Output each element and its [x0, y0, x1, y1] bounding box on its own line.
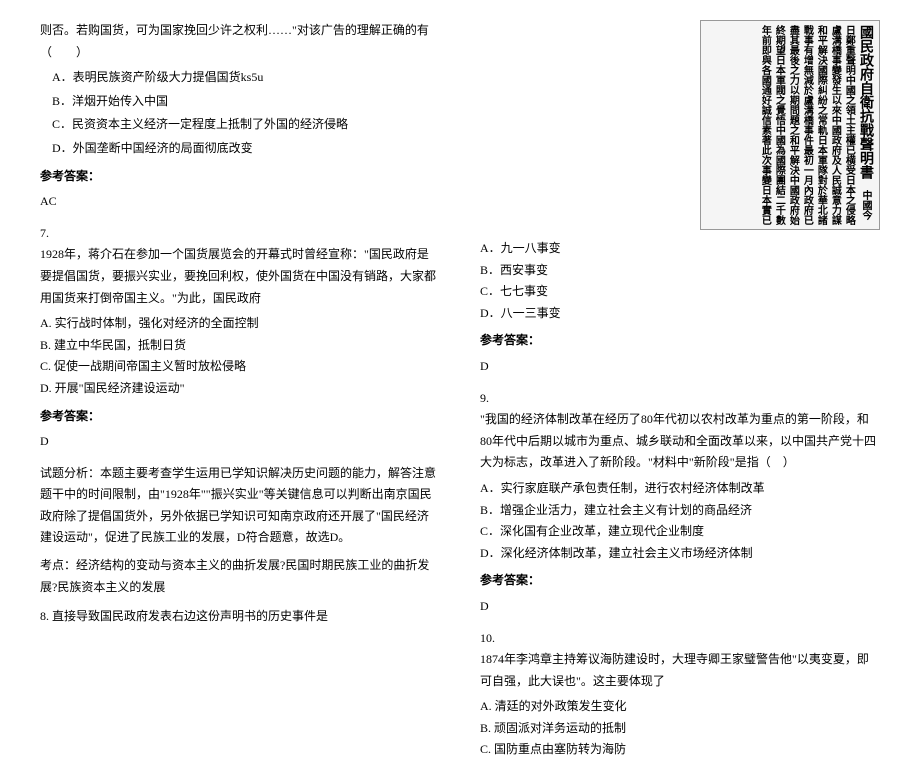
q7-option-b: B. 建立中华民国，抵制日货 — [40, 335, 440, 357]
q10-option-b: B. 顽固派对洋务运动的抵制 — [480, 718, 880, 740]
q8-option-d: D．八一三事变 — [480, 303, 880, 325]
q8-option-b: B．西安事变 — [480, 260, 880, 282]
q8-text: 8. 直接导致国民政府发表右边这份声明书的历史事件是 — [40, 606, 440, 628]
q9-option-b: B．增强企业活力，建立社会主义有计划的商品经济 — [480, 500, 880, 522]
q7-text: 1928年，蒋介石在参加一个国货展览会的开幕式时曾经宣称："国民政府是要提倡国货… — [40, 244, 440, 309]
q8-option-c: C．七七事变 — [480, 281, 880, 303]
q7-analysis-1: 试题分析：本题主要考查学生运用已学知识解决历史问题的能力，解答注意题干中的时间限… — [40, 463, 440, 549]
q8-answer: D — [480, 356, 880, 378]
q7-option-c: C. 促使一战期间帝国主义暂时放松侵略 — [40, 356, 440, 378]
q6-answer: AC — [40, 191, 440, 213]
q7-answer: D — [40, 431, 440, 453]
declaration-title: 國民政府自衛抗戰聲明書 — [858, 25, 873, 179]
q7-option-d: D. 开展"国民经济建设运动" — [40, 378, 440, 400]
right-column: 國民政府自衛抗戰聲明書 中國今日鄭重聲明中國之領土主權已横受日本之侵略盧溝橋事變… — [480, 20, 880, 761]
q7-analysis-2: 考点：经济结构的变动与资本主义的曲折发展?民国时期民族工业的曲折发展?民族资本主… — [40, 555, 440, 598]
q6-option-c: C．民资资本主义经济一定程度上抵制了外国的经济侵略 — [40, 114, 440, 136]
q10-option-a: A. 清廷的对外政策发生变化 — [480, 696, 880, 718]
q9-answer-label: 参考答案： — [480, 570, 880, 592]
q8-answer-label: 参考答案： — [480, 330, 880, 352]
q8-option-a: A．九一八事变 — [480, 238, 880, 260]
q9-text: "我国的经济体制改革在经历了80年代初以农村改革为重点的第一阶段，和80年代中后… — [480, 409, 880, 474]
q7-answer-label: 参考答案： — [40, 406, 440, 428]
q10-number: 10. — [480, 628, 880, 650]
q9-option-d: D．深化经济体制改革，建立社会主义市场经济体制 — [480, 543, 880, 565]
declaration-body: 中國今日鄭重聲明中國之領土主權已横受日本之侵略盧溝橋事變發生以來中國政府及人民誠… — [759, 25, 871, 225]
q9-option-c: C．深化国有企业改革，建立现代企业制度 — [480, 521, 880, 543]
q10-text: 1874年李鸿章主持筹议海防建设时，大理寺卿王家璧警告他"以夷变夏，即可自强，此… — [480, 649, 880, 692]
q6-option-a: A．表明民族资产阶级大力提倡国货ks5u — [40, 67, 440, 89]
left-column: 则否。若购国货，可为国家挽回少许之权利……"对该广告的理解正确的有（ ） A．表… — [40, 20, 440, 761]
q9-answer: D — [480, 596, 880, 618]
q6-option-b: B．洋烟开始传入中国 — [40, 91, 440, 113]
q6-intro: 则否。若购国货，可为国家挽回少许之权利……"对该广告的理解正确的有（ ） — [40, 20, 440, 63]
q7-option-a: A. 实行战时体制，强化对经济的全面控制 — [40, 313, 440, 335]
q9-option-a: A．实行家庭联产承包责任制，进行农村经济体制改革 — [480, 478, 880, 500]
q6-answer-label: 参考答案： — [40, 166, 440, 188]
q7-number: 7. — [40, 223, 440, 245]
q6-option-d: D．外国垄断中国经济的局面彻底改变 — [40, 138, 440, 160]
q9-number: 9. — [480, 388, 880, 410]
q10-option-c: C. 国防重点由塞防转为海防 — [480, 739, 880, 761]
declaration-image: 國民政府自衛抗戰聲明書 中國今日鄭重聲明中國之領土主權已横受日本之侵略盧溝橋事變… — [700, 20, 880, 230]
